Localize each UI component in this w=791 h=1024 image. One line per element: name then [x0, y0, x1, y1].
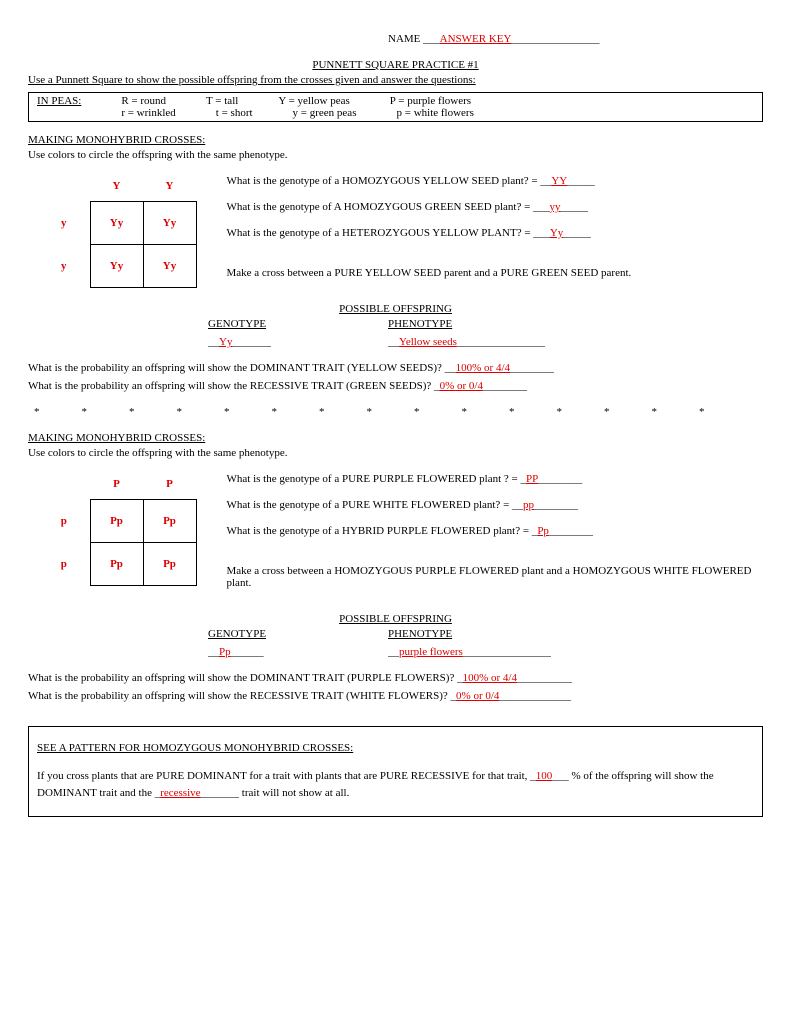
s1-possible-hdr: POSSIBLE OFFSPRING — [28, 303, 763, 315]
s1-pheno-hdr: PHENOTYPE — [388, 318, 568, 330]
legend-y: y = green peas — [293, 107, 357, 119]
p2-cell-3: Pp — [143, 543, 196, 586]
p2-cell-0: Pp — [90, 500, 143, 543]
legend-t: t = short — [216, 107, 253, 119]
s2-pheno-hdr: PHENOTYPE — [388, 628, 568, 640]
s1-q3: What is the genotype of a HETEROZYGOUS Y… — [227, 227, 764, 239]
p2-cell-1: Pp — [143, 500, 196, 543]
pattern-ans2: recessive — [160, 787, 200, 799]
s2-q1-ans: PP — [526, 473, 538, 485]
section2-questions: What is the genotype of a PURE PURPLE FL… — [227, 469, 764, 603]
section1-questions: What is the genotype of a HOMOZYGOUS YEL… — [227, 171, 764, 293]
s2-prob1-ans: 100% or 4/4 — [463, 672, 517, 684]
section1-title: MAKING MONOHYBRID CROSSES: — [28, 134, 205, 146]
section2-sub: Use colors to circle the offspring with … — [28, 447, 763, 459]
star-divider: *************** — [34, 406, 763, 418]
s2-q3-ans: Pp — [537, 525, 549, 537]
s2-q2-ans: pp — [523, 499, 534, 511]
s2-prob2-ans: 0% or 0/4 — [456, 690, 499, 702]
s2-geno-hdr: GENOTYPE — [208, 628, 388, 640]
instructions: Use a Punnett Square to show the possibl… — [28, 74, 763, 86]
section2-title-row: MAKING MONOHYBRID CROSSES: — [28, 432, 763, 444]
p2-side-1: p — [38, 543, 90, 586]
p1-top-1: Y — [143, 171, 196, 202]
s1-cross-instr: Make a cross between a PURE YELLOW SEED … — [227, 267, 764, 279]
in-peas-label: IN PEAS: — [37, 95, 81, 107]
name-blank-tail: ________________ — [511, 33, 599, 45]
legend-Y: Y = yellow peas — [278, 95, 349, 107]
p1-top-0: Y — [90, 171, 143, 202]
instructions-text: Use a Punnett Square to show the possibl… — [28, 74, 476, 86]
p2-top-1: P — [143, 469, 196, 500]
s2-col-vals: __Pp______ __purple flowers_____________… — [208, 646, 763, 658]
p1-cell-3: Yy — [143, 245, 196, 288]
legend-row2: IN PEAS: r = wrinkled t = short y = gree… — [37, 107, 754, 119]
s1-pheno-val: __Yellow seeds________________ — [388, 336, 568, 348]
s1-col-vals: __Yy_______ __Yellow seeds______________… — [208, 336, 763, 348]
legend-box: IN PEAS: R = round T = tall Y = yellow p… — [28, 92, 763, 122]
punnett-square-1: Y Y y Yy Yy y Yy Yy — [38, 171, 197, 288]
s1-geno-val: __Yy_______ — [208, 336, 388, 348]
s1-prob2-ans: 0% or 0/4 — [440, 380, 483, 392]
s2-pheno-val: __purple flowers________________ — [388, 646, 568, 658]
name-line: NAME ___ANSWER KEY________________ — [388, 33, 763, 45]
legend-R: R = round — [121, 95, 166, 107]
name-label: NAME ___ — [388, 33, 440, 45]
pattern-ans1: 100 — [536, 770, 553, 782]
worksheet-title: PUNNETT SQUARE PRACTICE #1 — [312, 59, 478, 71]
s1-prob1: What is the probability an offspring wil… — [28, 362, 763, 374]
p2-top-0: P — [90, 469, 143, 500]
s1-q3-ans: Yy — [550, 227, 563, 239]
legend-r: r = wrinkled — [121, 107, 175, 119]
pattern-title: SEE A PATTERN FOR HOMOZYGOUS MONOHYBRID … — [37, 742, 353, 754]
s2-prob2: What is the probability an offspring wil… — [28, 690, 763, 702]
answer-key: ANSWER KEY — [440, 33, 512, 45]
legend-T: T = tall — [206, 95, 238, 107]
p1-cell-0: Yy — [90, 202, 143, 245]
p1-side-1: y — [38, 245, 90, 288]
s1-q1: What is the genotype of a HOMOZYGOUS YEL… — [227, 175, 764, 187]
legend-p: p = white flowers — [396, 107, 473, 119]
s1-q2: What is the genotype of A HOMOZYGOUS GRE… — [227, 201, 764, 213]
s1-prob1-ans: 100% or 4/4 — [456, 362, 510, 374]
s1-q2-ans: yy — [550, 201, 561, 213]
section2-body: P P p Pp Pp p Pp Pp What is the genotype… — [28, 469, 763, 603]
s1-geno-hdr: GENOTYPE — [208, 318, 388, 330]
legend-row1: IN PEAS: R = round T = tall Y = yellow p… — [37, 95, 754, 107]
s2-prob1: What is the probability an offspring wil… — [28, 672, 763, 684]
s1-q1-ans: YY — [551, 175, 567, 187]
s2-geno-val: __Pp______ — [208, 646, 388, 658]
p2-cell-2: Pp — [90, 543, 143, 586]
pattern-box: SEE A PATTERN FOR HOMOZYGOUS MONOHYBRID … — [28, 726, 763, 817]
section2-title: MAKING MONOHYBRID CROSSES: — [28, 432, 205, 444]
s2-q1: What is the genotype of a PURE PURPLE FL… — [227, 473, 764, 485]
p1-side-0: y — [38, 202, 90, 245]
pattern-text: If you cross plants that are PURE DOMINA… — [37, 768, 754, 803]
section1-sub: Use colors to circle the offspring with … — [28, 149, 763, 161]
punnett-square-2: P P p Pp Pp p Pp Pp — [38, 469, 197, 586]
p1-cell-1: Yy — [143, 202, 196, 245]
s2-possible-hdr: POSSIBLE OFFSPRING — [28, 613, 763, 625]
p2-side-0: p — [38, 500, 90, 543]
section1-body: Y Y y Yy Yy y Yy Yy What is the genotype… — [28, 171, 763, 293]
worksheet-title-row: PUNNETT SQUARE PRACTICE #1 — [28, 59, 763, 71]
s1-col-hdrs: GENOTYPE PHENOTYPE — [208, 318, 763, 330]
legend-P: P = purple flowers — [390, 95, 471, 107]
s2-q2: What is the genotype of a PURE WHITE FLO… — [227, 499, 764, 511]
p1-cell-2: Yy — [90, 245, 143, 288]
s2-q3: What is the genotype of a HYBRID PURPLE … — [227, 525, 764, 537]
s2-cross-instr: Make a cross between a HOMOZYGOUS PURPLE… — [227, 565, 764, 589]
section1-title-row: MAKING MONOHYBRID CROSSES: — [28, 134, 763, 146]
s2-col-hdrs: GENOTYPE PHENOTYPE — [208, 628, 763, 640]
s1-prob2: What is the probability an offspring wil… — [28, 380, 763, 392]
